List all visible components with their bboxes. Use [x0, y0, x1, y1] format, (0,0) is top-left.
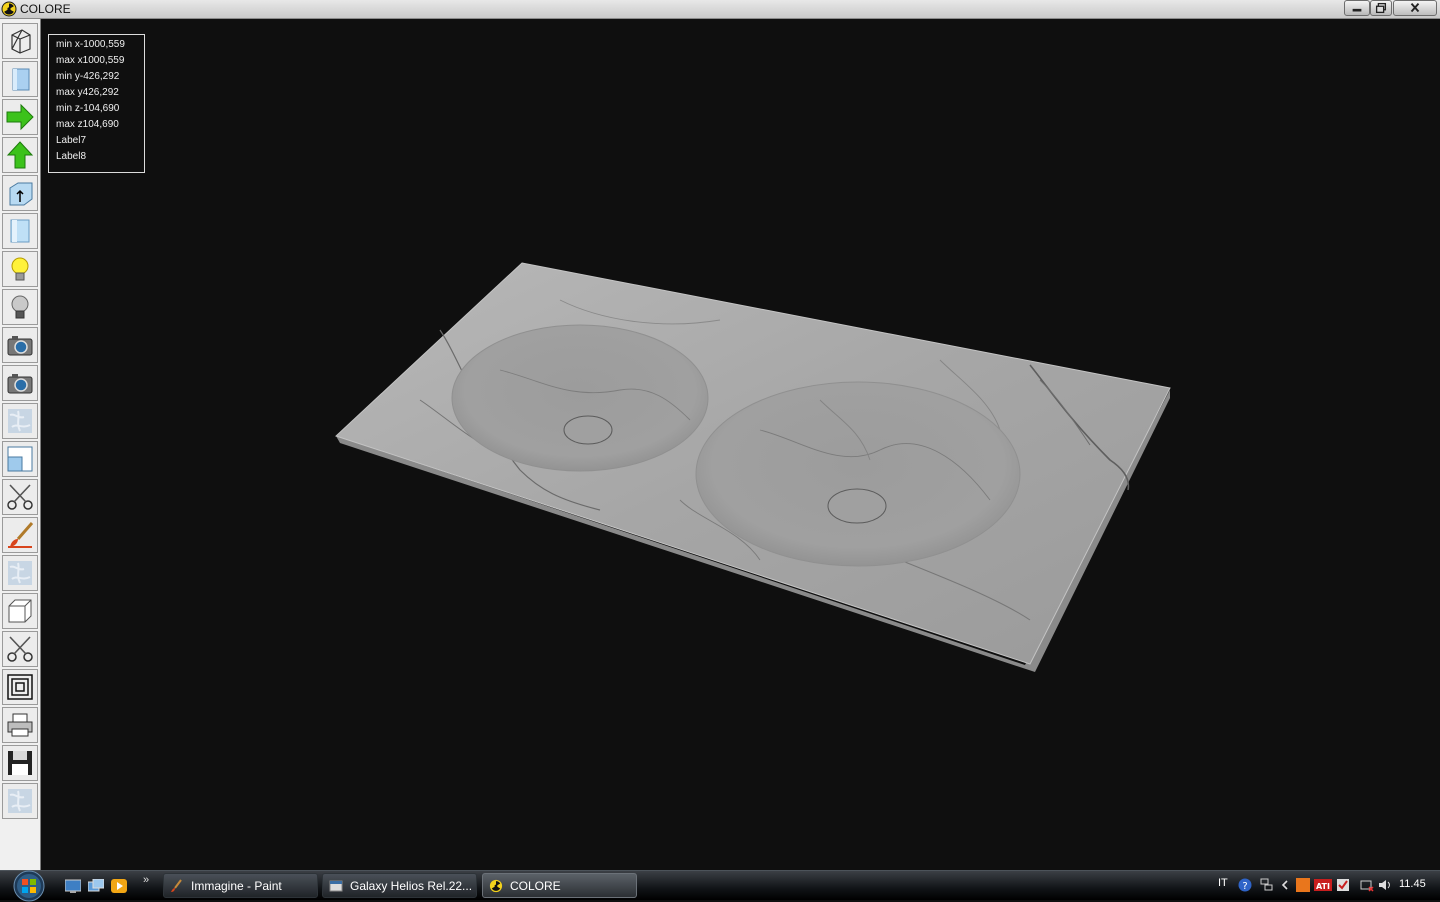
taskbar: » Immagine - Paint Galaxy Helios Rel.22.… — [0, 870, 1440, 902]
restore-icon — [1375, 2, 1387, 14]
tool-extrude[interactable] — [2, 175, 38, 211]
tool-cut-1[interactable] — [2, 479, 38, 515]
taskbar-item-label: Immagine - Paint — [191, 879, 282, 893]
info-min-y: min y-426,292 — [56, 71, 120, 82]
tool-texture-2[interactable] — [2, 555, 38, 591]
security-icon[interactable] — [1336, 878, 1350, 892]
tool-offset[interactable] — [2, 669, 38, 705]
info-label7: Label7 — [56, 135, 87, 146]
title-bar: COLORE — [0, 0, 1440, 19]
app-window-icon — [329, 880, 343, 892]
restore-button[interactable] — [1370, 0, 1392, 16]
arrow-right-icon — [6, 103, 34, 131]
tool-camera-1[interactable] — [2, 327, 38, 363]
info-max-y: max y426,292 — [56, 87, 119, 98]
bounds-info-panel: min x-1000,559 max x1000,559 min y-426,2… — [48, 34, 145, 173]
quick-launch-more[interactable]: » — [143, 874, 149, 886]
solid-box-icon — [12, 68, 30, 91]
show-desktop-icon[interactable] — [65, 879, 81, 893]
scissors-icon — [7, 636, 33, 662]
printer-icon — [7, 713, 33, 737]
concentric-squares-icon — [7, 674, 33, 700]
info-label8: Label8 — [56, 151, 87, 162]
tool-move-up[interactable] — [2, 137, 38, 173]
tool-wireframe[interactable] — [2, 23, 38, 59]
lightbulb-off-icon — [11, 295, 29, 319]
paintbrush-icon — [8, 522, 34, 548]
info-min-z: min z-104,690 — [56, 103, 120, 114]
texture-icon — [8, 409, 32, 433]
start-button[interactable] — [9, 870, 49, 902]
close-icon — [1410, 2, 1420, 13]
tool-light-off[interactable] — [2, 289, 38, 325]
tool-cube[interactable] — [2, 593, 38, 629]
box-arrow-icon — [9, 182, 33, 206]
tool-paint[interactable] — [2, 517, 38, 553]
svg-text:?: ? — [1242, 881, 1247, 892]
tool-texture-1[interactable] — [2, 403, 38, 439]
radiation-icon — [489, 879, 503, 893]
white-cube-icon — [8, 599, 32, 623]
scissors-icon — [7, 484, 33, 510]
marble-sink-model[interactable] — [42, 19, 1440, 870]
info-max-z: max z104,690 — [56, 119, 119, 130]
texture-icon — [8, 561, 32, 585]
radiation-icon — [1, 1, 17, 17]
tray-app-icon[interactable] — [1296, 878, 1310, 892]
language-indicator[interactable]: IT — [1218, 877, 1228, 889]
window-title: COLORE — [20, 2, 71, 16]
volume-icon[interactable] — [1378, 878, 1392, 892]
panel-icon — [10, 219, 30, 243]
info-min-x: min x-1000,559 — [56, 39, 125, 50]
tool-window-view[interactable] — [2, 441, 38, 477]
tool-save[interactable] — [2, 745, 38, 781]
clock[interactable]: 11.45 — [1399, 878, 1426, 890]
minimize-icon — [1352, 8, 1362, 12]
arrow-up-icon — [6, 141, 34, 169]
minimize-button[interactable] — [1344, 0, 1370, 16]
taskbar-item-colore[interactable]: COLORE — [482, 873, 637, 898]
taskbar-item-label: Galaxy Helios Rel.22... — [350, 879, 473, 893]
tool-solid[interactable] — [2, 61, 38, 97]
device-icon[interactable] — [1360, 878, 1374, 892]
media-player-icon[interactable] — [111, 879, 127, 893]
tool-panel[interactable] — [2, 213, 38, 249]
tool-cut-2[interactable] — [2, 631, 38, 667]
tool-print[interactable] — [2, 707, 38, 743]
taskbar-item-galaxy-helios[interactable]: Galaxy Helios Rel.22... — [322, 873, 477, 898]
3d-viewport[interactable] — [42, 19, 1440, 870]
lightbulb-on-icon — [11, 257, 29, 281]
info-max-x: max x1000,559 — [56, 55, 125, 66]
window-view-icon — [7, 446, 33, 472]
floppy-disk-icon — [8, 751, 32, 775]
svg-text:ATI: ATI — [1316, 882, 1330, 891]
left-toolbar — [0, 19, 41, 870]
wireframe-cube-icon — [11, 29, 31, 54]
paint-icon — [171, 879, 182, 892]
texture-icon — [8, 789, 32, 813]
tool-camera-2[interactable] — [2, 365, 38, 401]
tool-light-on[interactable] — [2, 251, 38, 287]
switch-windows-icon[interactable] — [88, 879, 104, 893]
network-icon[interactable] — [1260, 878, 1274, 892]
close-button[interactable] — [1393, 0, 1437, 16]
tool-move-right[interactable] — [2, 99, 38, 135]
tool-texture-3[interactable] — [2, 783, 38, 819]
taskbar-item-paint[interactable]: Immagine - Paint — [163, 873, 318, 898]
taskbar-item-label: COLORE — [510, 879, 561, 893]
help-icon[interactable]: ? — [1238, 878, 1252, 892]
ati-icon[interactable]: ATI — [1314, 878, 1332, 892]
chevron-left-icon[interactable] — [1278, 878, 1292, 892]
camera-icon — [7, 374, 33, 394]
camera-icon — [7, 336, 33, 356]
